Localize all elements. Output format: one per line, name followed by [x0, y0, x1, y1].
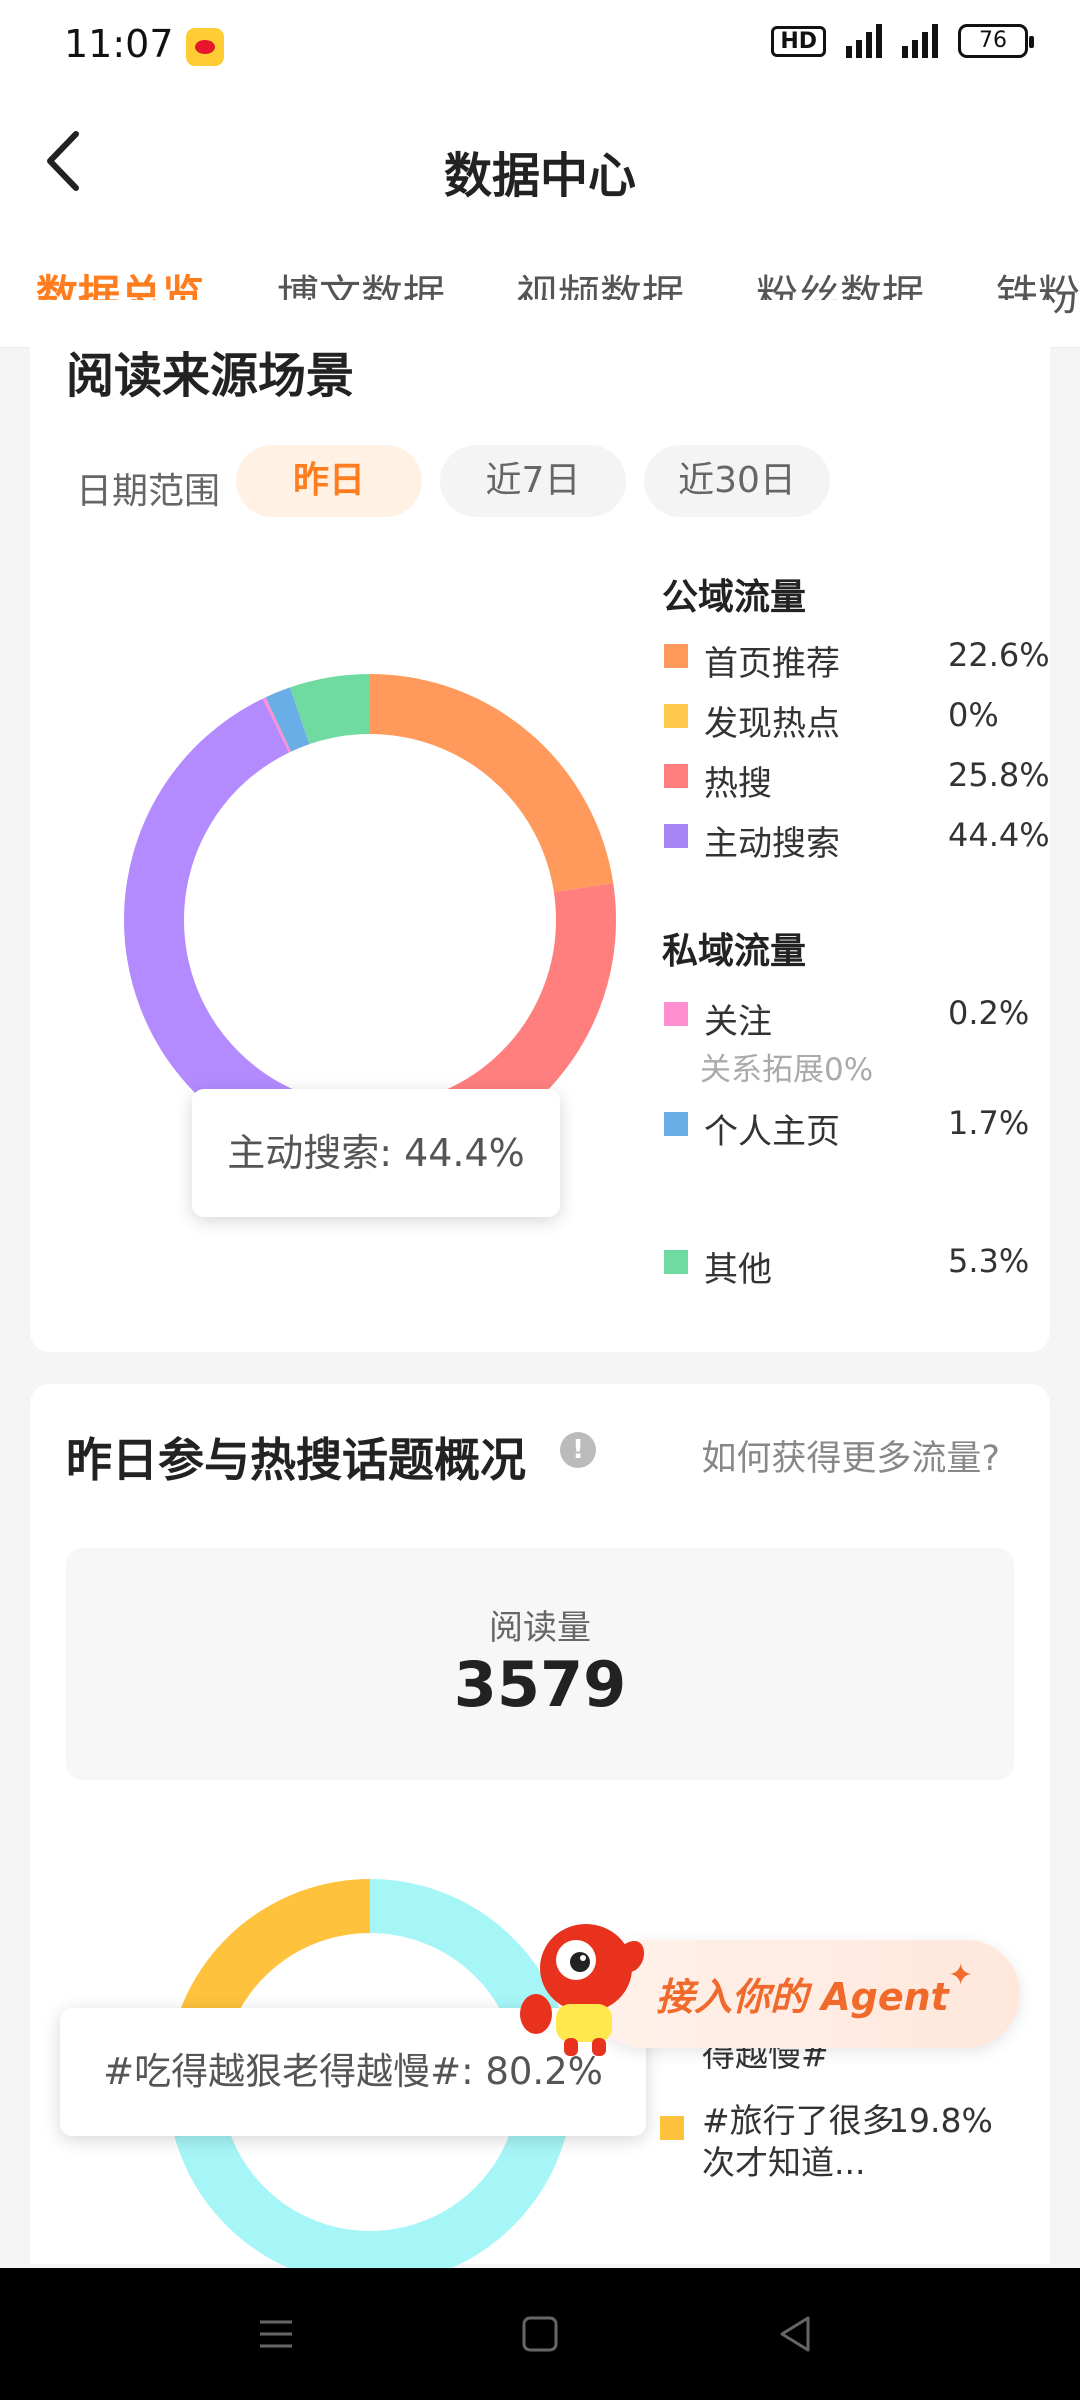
legend-item-other: 其他 5.3% — [662, 1238, 1042, 1290]
system-nav-bar — [0, 2268, 1080, 2400]
legend-swatch — [664, 824, 688, 848]
legend-label: #旅行了很多次才知道... — [702, 2101, 895, 2182]
agent-banner[interactable]: 接入你的 Agent ✦ — [590, 1940, 1020, 2048]
mascot-icon[interactable] — [514, 1910, 654, 2060]
battery-icon: 76 — [958, 24, 1034, 58]
legend-label: 主动搜索 — [704, 824, 840, 864]
legend-item-profile-page: 个人主页 1.7% — [662, 1100, 1042, 1152]
legend-swatch — [664, 704, 688, 728]
signal-icon — [902, 24, 938, 58]
legend-value: 44.4% — [948, 816, 1050, 854]
relation-note: 关系拓展0% — [700, 1052, 874, 1088]
legend-swatch — [664, 1250, 688, 1274]
legend-label: 其他 — [704, 1250, 772, 1290]
menu-icon — [260, 2320, 292, 2348]
signal-icon — [846, 24, 882, 58]
hot-topics-card: 昨日参与热搜话题概况 ! 如何获得更多流量? 阅读量 3579 #吃得越狠老得越… — [30, 1384, 1050, 2285]
menu-button[interactable] — [252, 2310, 300, 2358]
legend-swatch — [664, 764, 688, 788]
legend-label: 个人主页 — [704, 1112, 840, 1152]
screen: 11:07 HD 76 数据中心 数据总览 博文数据 视频数据 粉丝数据 铁粉 … — [0, 0, 1080, 2400]
range-30days-chip[interactable]: 近30日 — [644, 445, 830, 517]
app-header: 数据中心 — [0, 96, 1080, 228]
section-title: 阅读来源场景 — [66, 348, 355, 404]
legend-value: 25.8% — [948, 756, 1050, 794]
private-traffic-title: 私域流量 — [662, 931, 807, 972]
legend-label: 发现热点 — [704, 704, 840, 744]
home-button[interactable] — [516, 2310, 564, 2358]
legend-item-follow: 关注 0.2% — [662, 990, 1042, 1042]
legend-value: 22.6% — [948, 636, 1050, 674]
stat-value: 3579 — [453, 1648, 627, 1721]
back-nav-button[interactable] — [772, 2310, 820, 2358]
read-source-card: 阅读来源场景 日期范围 昨日 近7日 近30日 主动搜索: 44.4% 公域流量… — [30, 300, 1050, 1352]
legend-label: 热搜 — [704, 764, 772, 804]
more-traffic-link[interactable]: 如何获得更多流量? — [701, 1430, 1000, 1481]
legend-value: 5.3% — [948, 1242, 1030, 1280]
status-time: 11:07 — [64, 22, 174, 66]
public-traffic-title: 公域流量 — [662, 577, 807, 618]
legend-item-topic-2: #旅行了很多次才知道... 19.8% — [660, 2100, 1050, 2192]
relation-expand-note: 关系拓展0% — [662, 1040, 1042, 1088]
legend-item-discover-hot: 发现热点 0% — [662, 692, 1042, 744]
range-7days-chip[interactable]: 近7日 — [440, 445, 626, 517]
weibo-notification-icon — [186, 28, 224, 66]
legend-swatch — [660, 2116, 684, 2140]
hd-badge: HD — [771, 25, 826, 57]
legend-swatch — [664, 1112, 688, 1136]
range-yesterday-chip[interactable]: 昨日 — [236, 445, 422, 517]
legend-label: 首页推荐 — [704, 644, 840, 684]
date-range-label: 日期范围 — [76, 471, 221, 512]
legend-item-home-recommend: 首页推荐 22.6% — [662, 632, 1050, 684]
chart-tooltip: 主动搜索: 44.4% — [192, 1089, 560, 1217]
info-icon[interactable]: ! — [560, 1432, 596, 1468]
agent-banner-text: 接入你的 Agent — [656, 1975, 949, 2019]
read-count-box: 阅读量 3579 — [66, 1548, 1014, 1780]
legend-item-active-search: 主动搜索 44.4% — [662, 812, 1050, 864]
legend-swatch — [664, 644, 688, 668]
legend-value: 0.2% — [948, 994, 1030, 1032]
legend-value: 19.8% — [888, 2101, 993, 2140]
stat-label: 阅读量 — [489, 1608, 591, 1648]
legend-label: 关注 — [704, 1002, 772, 1042]
legend-swatch — [664, 1002, 688, 1026]
home-square-icon — [522, 2316, 558, 2352]
legend-value: 0% — [948, 696, 999, 734]
section-title: 昨日参与热搜话题概况 — [66, 1433, 526, 1487]
status-indicators: HD 76 — [771, 24, 1034, 58]
legend-item-hot-search: 热搜 25.8% — [662, 752, 1050, 804]
sparkle-icon: ✦ — [948, 1958, 974, 1993]
legend-value: 1.7% — [948, 1104, 1030, 1142]
status-bar: 11:07 HD 76 — [0, 0, 1080, 96]
page-title: 数据中心 — [443, 148, 636, 204]
back-triangle-icon — [780, 2316, 810, 2352]
